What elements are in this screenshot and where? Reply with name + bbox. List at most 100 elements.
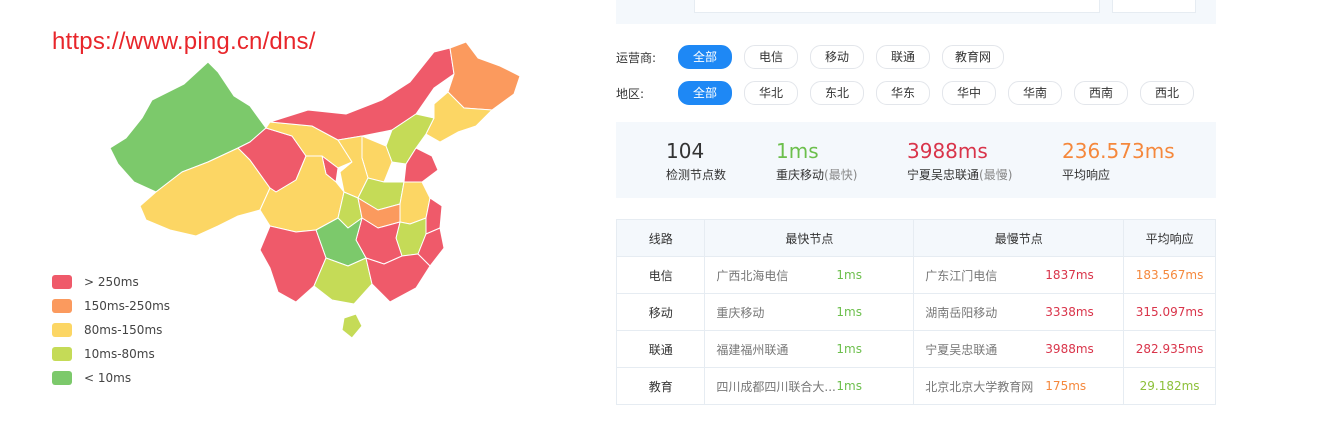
region-filter-label: 地区:: [616, 86, 645, 101]
line-cell: 电信: [615, 256, 706, 294]
region-filter-row: 地区: 全部 华北 东北 华东 华中 华南 西南 西北: [616, 81, 1206, 105]
node-latency: 1ms: [836, 305, 862, 319]
stat-label: 宁夏吴忠联通(最慢): [907, 166, 1012, 183]
table-row: 电信 广西北海电信 1ms 广东江门电信 1837ms 183.567ms: [615, 256, 1216, 294]
node-name: 广东江门电信: [925, 268, 998, 283]
node-latency: 1ms: [836, 342, 862, 356]
slowest-node-cell: 广东江门电信 1837ms: [913, 256, 1125, 294]
stat-node-name: 重庆移动: [776, 168, 825, 182]
latency-legend: > 250ms 150ms-250ms 80ms-150ms 10ms-80ms…: [52, 270, 170, 390]
slowest-node-cell: 宁夏吴忠联通 3988ms: [913, 330, 1125, 368]
table-row: 移动 重庆移动 1ms 湖南岳阳移动 3338ms 315.097ms: [615, 293, 1216, 331]
node-latency: 175ms: [1045, 379, 1087, 393]
stat-label: 检测节点数: [666, 168, 727, 182]
node-name: 福建福州联通: [716, 342, 789, 357]
fastest-node-cell: 福建福州联通 1ms: [704, 330, 915, 368]
region-option-northwest[interactable]: 西北: [1140, 81, 1194, 105]
line-cell: 移动: [615, 293, 706, 331]
domain-input[interactable]: [694, 0, 1100, 13]
table-row: 教育 四川成都四川联合大... 1ms 北京北京大学教育网 175ms 29.182…: [615, 367, 1216, 405]
table-row: 联通 福建福州联通 1ms 宁夏吴忠联通 3988ms 282.935ms: [615, 330, 1216, 368]
region-option-all[interactable]: 全部: [678, 81, 732, 105]
stat-fastest: 1ms 重庆移动(最快): [776, 138, 857, 183]
stat-value: 1ms: [776, 139, 819, 163]
average-cell: 315.097ms: [1123, 293, 1216, 331]
node-latency: 1ms: [836, 379, 862, 393]
legend-item: 10ms-80ms: [52, 342, 170, 366]
node-name: 宁夏吴忠联通: [925, 342, 998, 357]
region-option-north[interactable]: 华北: [744, 81, 798, 105]
region-option-northeast[interactable]: 东北: [810, 81, 864, 105]
table-header-row: 线路 最快节点 最慢节点 平均响应: [615, 219, 1216, 257]
isp-option-mobile[interactable]: 移动: [810, 45, 864, 69]
average-cell: 183.567ms: [1123, 256, 1216, 294]
legend-swatch: [52, 275, 72, 289]
fastest-node-cell: 广西北海电信 1ms: [704, 256, 915, 294]
legend-item: > 250ms: [52, 270, 170, 294]
region-option-south[interactable]: 华南: [1008, 81, 1062, 105]
legend-label: 80ms-150ms: [84, 323, 163, 337]
legend-item: < 10ms: [52, 366, 170, 390]
region-hainan: [341, 313, 363, 339]
isp-filter-row: 运营商: 全部 电信 移动 联通 教育网: [616, 45, 1016, 69]
legend-item: 80ms-150ms: [52, 318, 170, 342]
isp-filter-label: 运营商:: [616, 50, 657, 65]
column-header-average: 平均响应: [1123, 219, 1216, 257]
stat-value: 104: [666, 139, 705, 163]
legend-label: > 250ms: [84, 275, 139, 289]
slowest-node-cell: 北京北京大学教育网 175ms: [913, 367, 1125, 405]
column-header-fastest: 最快节点: [704, 219, 915, 257]
region-yunnan: [259, 225, 327, 303]
isp-option-unicom[interactable]: 联通: [876, 45, 930, 69]
column-header-line: 线路: [615, 219, 706, 257]
average-cell: 29.182ms: [1123, 367, 1216, 405]
stat-note: (最慢): [979, 168, 1013, 182]
node-latency: 1837ms: [1045, 268, 1094, 282]
column-header-slowest: 最慢节点: [913, 219, 1125, 257]
node-latency: 3988ms: [1045, 342, 1094, 356]
stat-label: 重庆移动(最快): [776, 166, 857, 183]
stat-label: 平均响应: [1062, 168, 1111, 182]
legend-item: 150ms-250ms: [52, 294, 170, 318]
node-name: 湖南岳阳移动: [925, 305, 998, 320]
legend-swatch: [52, 371, 72, 385]
stat-average: 236.573ms 平均响应: [1062, 138, 1175, 183]
legend-label: 10ms-80ms: [84, 347, 155, 361]
node-name: 四川成都四川联合大...: [716, 379, 836, 394]
route-table: 线路 最快节点 最慢节点 平均响应 电信 广西北海电信 1ms 广东江门电信 183…: [615, 219, 1216, 405]
legend-swatch: [52, 347, 72, 361]
node-name: 北京北京大学教育网: [925, 379, 1034, 394]
query-button[interactable]: [1112, 0, 1196, 13]
legend-label: 150ms-250ms: [84, 299, 171, 313]
line-cell: 教育: [615, 367, 706, 405]
average-cell: 282.935ms: [1123, 330, 1216, 368]
summary-panel: 104 检测节点数 1ms 重庆移动(最快) 3988ms 宁夏吴忠联通(最慢)…: [616, 122, 1216, 198]
region-option-central[interactable]: 华中: [942, 81, 996, 105]
legend-swatch: [52, 299, 72, 313]
stat-note: (最快): [824, 168, 858, 182]
legend-swatch: [52, 323, 72, 337]
node-latency: 3338ms: [1045, 305, 1094, 319]
node-name: 广西北海电信: [716, 268, 789, 283]
isp-option-telecom[interactable]: 电信: [744, 45, 798, 69]
slowest-node-cell: 湖南岳阳移动 3338ms: [913, 293, 1125, 331]
node-name: 重庆移动: [716, 305, 765, 320]
legend-label: < 10ms: [84, 371, 132, 385]
region-heilongjiang: [447, 41, 521, 111]
line-cell: 联通: [615, 330, 706, 368]
stat-node-name: 宁夏吴忠联通: [907, 168, 980, 182]
region-guangdong: [365, 253, 431, 303]
node-latency: 1ms: [836, 268, 862, 282]
query-bar: [616, 0, 1216, 24]
isp-option-edu[interactable]: 教育网: [942, 45, 1005, 69]
isp-option-all[interactable]: 全部: [678, 45, 732, 69]
stat-value: 3988ms: [907, 139, 988, 163]
stat-slowest: 3988ms 宁夏吴忠联通(最慢): [907, 138, 1012, 183]
fastest-node-cell: 四川成都四川联合大... 1ms: [704, 367, 915, 405]
stat-value: 236.573ms: [1062, 139, 1175, 163]
region-guangxi: [313, 257, 373, 305]
region-option-southwest[interactable]: 西南: [1074, 81, 1128, 105]
region-option-east[interactable]: 华东: [876, 81, 930, 105]
fastest-node-cell: 重庆移动 1ms: [704, 293, 915, 331]
stat-node-count: 104 检测节点数: [666, 138, 726, 183]
